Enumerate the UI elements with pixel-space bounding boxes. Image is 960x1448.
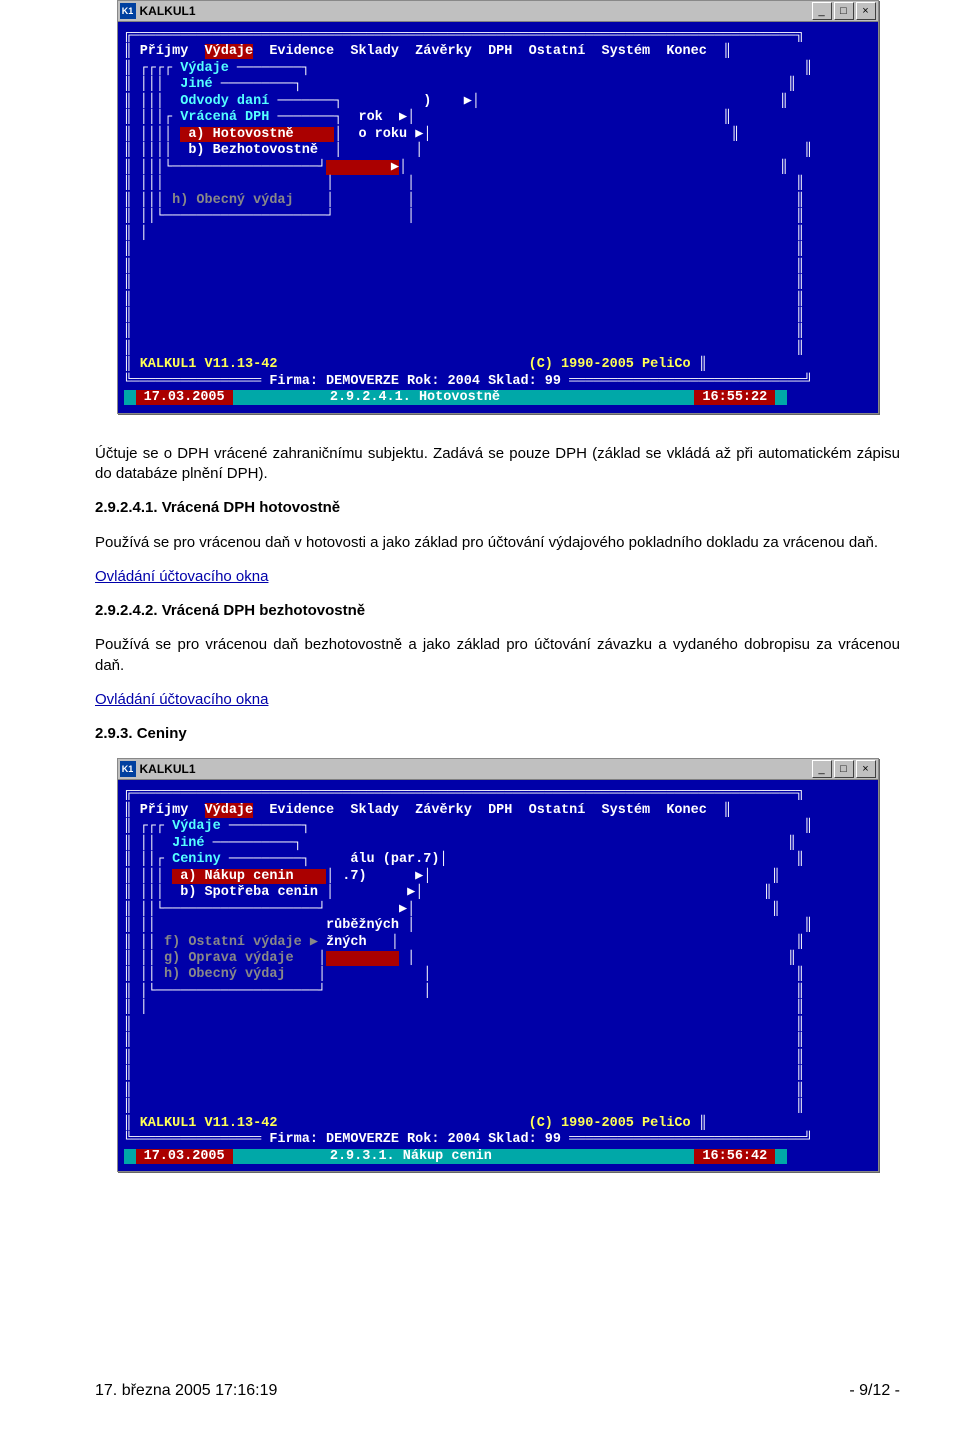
submenu-label: Výdaje (172, 819, 221, 834)
menu-item[interactable]: DPH (488, 803, 512, 818)
paragraph: Používá se pro vrácenou daň v hotovosti … (95, 533, 900, 553)
close-button[interactable]: × (856, 2, 876, 20)
arrow: ) (423, 94, 431, 109)
link-ovladani-2[interactable]: Ovládání účtovacího okna (95, 691, 268, 708)
maximize-button[interactable]: □ (834, 760, 854, 778)
status-time: 16:55:22 (694, 390, 775, 405)
status-version: KALKUL1 V11.13-42 (140, 1116, 278, 1131)
status-copyright: (C) 1990-2005 PeliCo (529, 1116, 691, 1131)
minimize-button[interactable]: _ (812, 2, 832, 20)
fragment: rok ▶ (358, 110, 407, 125)
status-section: 2.9.2.4.1. Hotovostně (330, 390, 500, 405)
fragment: álu (par.7) (350, 852, 439, 867)
minimize-button[interactable]: _ (812, 760, 832, 778)
menu-item[interactable]: Konec (666, 44, 707, 59)
menu-item-selected[interactable]: Výdaje (205, 44, 254, 59)
status-time: 16:56:42 (694, 1149, 775, 1164)
menu-item[interactable]: Příjmy (140, 44, 189, 59)
menu-item[interactable]: Ostatní (529, 803, 586, 818)
menu-item[interactable]: Ostatní (529, 44, 586, 59)
fragment: ▶ (407, 885, 415, 900)
footer-date: 17. března 2005 17:16:19 (95, 1382, 277, 1400)
submenu-label: Vrácená DPH (180, 110, 269, 125)
submenu-label: Jiné (180, 77, 212, 92)
titlebar: K1 KALKUL1 _ □ × (118, 759, 878, 780)
submenu-item-disabled: g) Oprava výdaje (164, 951, 294, 966)
submenu-item-disabled: f) Ostatní výdaje ▶ (164, 935, 318, 950)
section-heading: 2.9.3. Ceniny (95, 724, 900, 744)
close-button[interactable]: × (856, 760, 876, 778)
status-copyright: (C) 1990-2005 PeliCo (529, 357, 691, 372)
page-footer: 17. března 2005 17:16:19 - 9/12 - (95, 1382, 900, 1400)
menu-item[interactable]: Sklady (350, 803, 399, 818)
window-title: KALKUL1 (140, 762, 810, 776)
menu-item[interactable]: Systém (602, 44, 651, 59)
menu-item[interactable]: Konec (666, 803, 707, 818)
fragment: ▶ (399, 902, 407, 917)
submenu-item-disabled: h) Obecný výdaj (172, 193, 294, 208)
submenu-label: Ceniny (172, 852, 221, 867)
screenshot-2: K1 KALKUL1 _ □ × ╔══════════════════════… (117, 758, 879, 1172)
fragment: ▶ (326, 160, 399, 175)
screenshot-1: K1 KALKUL1 _ □ × ╔══════════════════════… (117, 0, 879, 414)
status-firm: Firma: DEMOVERZE Rok: 2004 Sklad: 99 (269, 1132, 561, 1147)
section-heading: 2.9.2.4.2. Vrácená DPH bezhotovostně (95, 601, 900, 621)
submenu-item[interactable]: b) Bezhotovostně (188, 143, 318, 158)
status-version: KALKUL1 V11.13-42 (140, 357, 278, 372)
menu-item[interactable]: Příjmy (140, 803, 189, 818)
fragment: žných (326, 935, 367, 950)
status-section: 2.9.3.1. Nákup cenin (330, 1149, 492, 1164)
app-icon: K1 (120, 3, 136, 19)
fragment: růběžných (326, 918, 399, 933)
menu-item[interactable]: DPH (488, 44, 512, 59)
submenu-label: Odvody daní (180, 94, 269, 109)
menu-item[interactable]: Evidence (269, 803, 334, 818)
titlebar: K1 KALKUL1 _ □ × (118, 1, 878, 22)
submenu-item[interactable]: b) Spotřeba cenin (180, 885, 318, 900)
menu-item[interactable]: Sklady (350, 44, 399, 59)
section-heading: 2.9.2.4.1. Vrácená DPH hotovostně (95, 498, 900, 518)
menu-item[interactable]: Evidence (269, 44, 334, 59)
fragment: o roku ▶ (358, 127, 423, 142)
window-title: KALKUL1 (140, 4, 810, 18)
status-firm: Firma: DEMOVERZE Rok: 2004 Sklad: 99 (269, 374, 561, 389)
submenu-label: Jiné (172, 836, 204, 851)
status-date: 17.03.2005 (136, 390, 233, 405)
menu-item[interactable]: Závěrky (415, 803, 472, 818)
menu-item-selected[interactable]: Výdaje (205, 803, 254, 818)
paragraph: Používá se pro vrácenou daň bezhotovostn… (95, 635, 900, 676)
footer-page-number: - 9/12 - (849, 1382, 900, 1400)
menu-item[interactable]: Systém (602, 803, 651, 818)
menu-item[interactable]: Závěrky (415, 44, 472, 59)
submenu-item-disabled: h) Obecný výdaj (164, 967, 286, 982)
link-ovladani-1[interactable]: Ovládání účtovacího okna (95, 568, 268, 585)
submenu-item-selected[interactable]: a) Nákup cenin (172, 869, 326, 884)
app-icon: K1 (120, 761, 136, 777)
maximize-button[interactable]: □ (834, 2, 854, 20)
paragraph: Účtuje se o DPH vrácené zahraničnímu sub… (95, 444, 900, 485)
dos-screen-2: ╔═══════════════════════════════════════… (118, 780, 878, 1171)
dos-screen-1: ╔═══════════════════════════════════════… (118, 22, 878, 413)
status-date: 17.03.2005 (136, 1149, 233, 1164)
submenu-item-selected[interactable]: a) Hotovostně (180, 127, 334, 142)
fragment: .7) ▶ (342, 869, 423, 884)
submenu-label: Výdaje (180, 61, 229, 76)
